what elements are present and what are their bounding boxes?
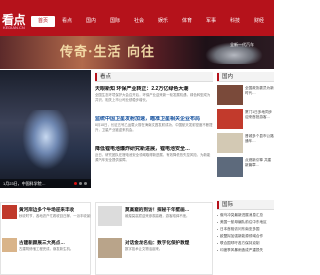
slide-dot[interactable] <box>79 182 82 185</box>
card-summary: 秋收时节，各地农户忙着收割庄稼，一派丰收景象。 <box>19 214 91 218</box>
side-news-item[interactable]: 晋城多个县市公路通车… <box>217 133 274 157</box>
section-title[interactable]: 国内 <box>222 72 233 82</box>
news-title[interactable]: 监统中国卫星发射加速，瞄准卫星相关企业布局 <box>95 116 213 123</box>
nav-item-finance[interactable]: 财经 <box>247 16 271 27</box>
ad-banner[interactable]: 传奇·生活 向往 全新一代汽车 <box>0 36 274 69</box>
card-title[interactable]: 莫高窟的到访！探秘千年壁画… <box>125 207 241 213</box>
top-header: 看点 KEDIAN.CN 首页 看点 国内 国际 社会 娱乐 体育 军事 科技 … <box>0 0 274 36</box>
nav-item-domestic[interactable]: 国内 <box>79 16 103 27</box>
side-news-item[interactable]: 全国政协委员为新时代… <box>217 85 274 109</box>
news-thumbnail[interactable] <box>217 85 243 105</box>
side-news-text[interactable]: 厦门1日多地同步迎来首批游客… <box>245 110 274 130</box>
side-news-text[interactable]: 全国政协委员为新时代… <box>245 86 274 106</box>
hero-image <box>22 110 70 170</box>
news-title[interactable]: 天眼新知 环保产业转正：2.2万亿绿色大潮 <box>95 86 213 93</box>
nav-item-sports[interactable]: 体育 <box>175 16 199 27</box>
card-summary: 古建筑修缮工程完成，焕发新生机。 <box>19 247 74 251</box>
nav-item-society[interactable]: 社会 <box>127 16 151 27</box>
nav-item-international[interactable]: 国际 <box>103 16 127 27</box>
banner-slogan: 传奇·生活 向往 <box>60 45 156 60</box>
card-summary: 数字技术让文物活起来。 <box>125 247 163 251</box>
news-card[interactable]: 黄河岸边多个牛场迎来丰收 秋收时节，各地农户忙着收割庄稼，一派丰收景象。 古建新… <box>0 202 91 275</box>
section-header-domestic: 国内 <box>217 72 274 82</box>
slide-dot[interactable] <box>84 182 87 185</box>
card-thumbnail[interactable] <box>98 206 122 226</box>
card-thumbnail[interactable] <box>98 238 122 258</box>
banner-caption: 全新一代汽车 <box>230 42 254 47</box>
side-news-text[interactable]: 晋城多个县市公路通车… <box>245 134 274 154</box>
nav-item-kandian[interactable]: 看点 <box>55 16 79 27</box>
news-item[interactable]: 降低锂电池爆炸研究新进展，锂电池安全… 近日，研究团队在锂电池安全领域取得新进展… <box>95 146 213 168</box>
news-title[interactable]: 降低锂电池爆炸研究新进展，锂电池安全… <box>95 146 213 153</box>
slideshow-indicators <box>74 182 87 185</box>
nav-item-military[interactable]: 军事 <box>199 16 223 27</box>
card-thumbnail[interactable] <box>2 238 17 252</box>
list-item[interactable]: 印度季风暴雨造成严重损失 <box>217 247 274 254</box>
side-news-item[interactable]: 点燃新引擎 共建新篇章… <box>217 157 274 181</box>
slide-dot-active[interactable] <box>74 182 77 185</box>
news-item[interactable]: 天眼新知 环保产业转正：2.2万亿绿色大潮 全国生态环境保护大会召开后，环保产业… <box>95 86 213 108</box>
nav-item-tech[interactable]: 科技 <box>223 16 247 27</box>
section-accent-bar <box>217 73 219 81</box>
section-title[interactable]: 看点 <box>100 72 111 82</box>
news-item[interactable]: 监统中国卫星发射加速，瞄准卫星相关企业布局 8月18日，长征五号乙运载火箭在海南… <box>95 116 213 138</box>
news-card[interactable]: 莫高窟的到访！探秘千年壁画… 敦煌莫高窟迎来参观高峰，游客络绎不绝。 对话金龙名… <box>95 202 213 275</box>
list-item[interactable]: 俄乌冲突最新进展消息汇总 <box>217 212 274 219</box>
list-item[interactable]: 日本首相访问东南亚多国 <box>217 226 274 233</box>
section-accent-bar <box>95 73 97 81</box>
news-thumbnail[interactable] <box>217 133 243 153</box>
news-thumbnail[interactable] <box>217 109 243 129</box>
international-news-list: 俄乌冲突最新进展消息汇总 美国一航母编队前往中东地区 日本首相访问东南亚多国 欧… <box>217 212 274 254</box>
nav-item-home[interactable]: 首页 <box>31 16 55 27</box>
card-thumbnail[interactable] <box>2 205 17 219</box>
main-nav: 首页 看点 国内 国际 社会 娱乐 体育 军事 科技 财经 <box>31 16 271 27</box>
side-news-item[interactable]: 厦门1日多地同步迎来首批游客… <box>217 109 274 133</box>
nav-item-entertainment[interactable]: 娱乐 <box>151 16 175 27</box>
list-item[interactable]: 欧盟拟加强新能源领域合作 <box>217 233 274 240</box>
news-summary: 全国生态环境保护大会召开后，环保产业迎来新一轮发展机遇，绿色转型成为共识，相关上… <box>95 93 211 102</box>
logo-subtext: KEDIAN.CN <box>3 25 25 30</box>
card-summary: 敦煌莫高窟迎来参观高峰，游客络绎不绝。 <box>125 214 190 218</box>
section-header-kandian: 看点 <box>95 72 213 82</box>
news-summary: 8月18日，长征五号乙运载火箭在海南文昌发射成功，中国航天发射密度不断提升，卫星… <box>95 123 213 132</box>
side-news-text[interactable]: 点燃新引擎 共建新篇章… <box>245 158 274 178</box>
news-summary: 近日，研究团队在锂电池安全领域取得新进展，有效降低热失控风险，为新能源汽车安全提… <box>95 153 211 162</box>
news-thumbnail[interactable] <box>217 157 243 177</box>
hero-slideshow[interactable]: 1月23日，中国科学院… <box>0 70 91 188</box>
list-item[interactable]: 美国一航母编队前往中东地区 <box>217 219 274 226</box>
site-logo[interactable]: 看点 KEDIAN.CN <box>0 10 30 34</box>
card-title[interactable]: 对话金龙名仙：数字化保护敦煌 <box>125 240 241 246</box>
